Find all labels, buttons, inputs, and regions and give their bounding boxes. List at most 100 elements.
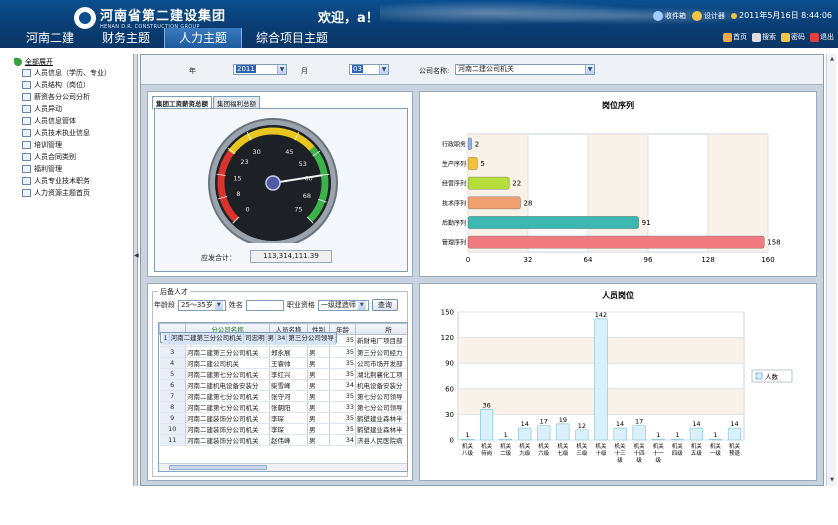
x-tick-label: 64 [584,256,593,264]
x-tick-label: 机关 [691,442,703,450]
table-cell: 6 [159,379,186,391]
header-tools: 收件箱 设计器 2011年5月16日 8:44:06 [652,10,832,21]
tab-henan-erjian[interactable]: 河南二建 [0,28,88,48]
collapse-arrow-icon[interactable]: ◀ [134,250,139,262]
table-row[interactable]: 7 河南二建第七分公司机关 张守河男 35 第七分公司领导 [159,390,407,402]
table-cell: 湖北荆襄化工项 [355,368,407,380]
age-select[interactable]: 25～35岁 ▼ [178,299,226,311]
table-cell: 李琛 [269,423,308,435]
month-label: 月 [301,67,308,75]
data-label: 91 [642,219,651,227]
sidebar-item[interactable]: 人员异动 [22,103,133,115]
table-cell: 郑永展 [269,346,308,358]
scroll-down-icon[interactable]: ▼ [828,476,836,485]
table-cell: 王睿帅 [269,357,308,369]
table-cell: 柴雪峰 [269,379,308,391]
scroll-up-icon[interactable]: ▲ [828,55,836,64]
gauge-tick-label: 8 [236,190,240,198]
table-row[interactable]: 9 河南二建装饰分公司机关 李琛男 35 鹤壁建业森林半 [159,412,407,424]
year-select[interactable]: 2011 ▼ [233,64,287,75]
sidebar-item[interactable]: 人员信息（学历、专业） [22,67,133,79]
gauge-tick-label: 15 [233,174,241,182]
table-cell: 河南二建装饰分公司机关 [185,434,270,446]
sidebar-item[interactable]: 培训管理 [22,139,133,151]
month-select[interactable]: 03 ▼ [349,64,389,75]
data-label: 1 [713,431,717,439]
data-label: 1 [465,431,469,439]
sidebar-splitter[interactable]: ◀ [133,54,139,486]
document-icon [22,93,31,101]
table-cell: 济县人民医院病 [355,434,407,446]
company-select[interactable]: 河南二建公司机关 ▼ [455,64,595,75]
home-icon [723,32,732,42]
x-tick-label: 机关 [672,442,684,450]
position-series-chart-panel: 岗位序列 0 32 64 96 128 160 行政职务 2 生产序列 5 经营序列 22 技术序列 28 后… [419,91,817,277]
sidebar-item[interactable]: 人员合同类别 [22,151,133,163]
table-row[interactable]: 11 河南二建装饰分公司机关 赵伟峰男 34 济县人民医院病 [159,434,407,446]
chart-legend: 人数 [751,369,793,383]
scroll-thumb[interactable] [169,465,267,470]
tab-hr[interactable]: 人力主题 [164,28,243,48]
table-row[interactable]: 10 河南二建装饰分公司机关 李琛男 35 鹤壁建业森林半 [159,423,407,435]
y-tick-label: 60 [445,385,454,393]
x-tick-label: 七级 [557,449,569,457]
x-tick-label: 级 [636,456,642,464]
table-cell: 10 [159,423,186,435]
sidebar-item[interactable]: 人员专业技术职务 [22,175,133,187]
table-cell: 7 [159,390,186,402]
logo-emblem-icon [74,6,96,29]
sidebar: 全部展开 人员信息（学历、专业） 人员结构（岗位） 薪资各分公司分析 人员异动 人员信息… [8,54,134,486]
tab-finance[interactable]: 财务主题 [88,28,164,48]
table-row[interactable]: 3 河南二建第三分公司机关 郑永展男 35 第三分公司经力 [159,346,407,358]
table-cell: 3 [159,346,186,358]
document-icon [22,81,31,89]
sidebar-tree: 人员信息（学历、专业） 人员结构（岗位） 薪资各分公司分析人员异动人员信息管体人员技… [8,67,133,199]
document-icon [22,189,31,197]
tab-projects[interactable]: 综合项目主题 [242,28,342,48]
table-cell: 8 [159,401,186,413]
y-tick-label: 0 [450,437,454,445]
table-cell: 河南二建第七分公司机关 [185,401,270,413]
logo-title: 河南省第二建设集团 [100,9,227,24]
y-tick-label: 30 [445,411,454,419]
logout-link[interactable]: 退出 [810,32,834,42]
home-link[interactable]: 首页 [723,32,747,42]
horizontal-scrollbar[interactable] [159,463,407,471]
sidebar-item[interactable]: 人员信息管体 [22,115,133,127]
table-row[interactable]: 8 河南二建第七分公司机关 张朝阳男 33 第七分公司领导 [159,401,407,413]
search-link[interactable]: 搜索 [752,32,776,42]
table-cell: 机电设备安装分 [355,379,407,391]
table-row[interactable]: 5 河南二建第七分公司机关 李红兴男 35 湖北荆襄化工项 [159,368,407,380]
table-row[interactable]: 4 河南二建公司机关 王睿帅男 35 公司市场开发部 [159,357,407,369]
y-tick-label: 150 [441,309,454,317]
table-row[interactable]: 1 河南二建第三分公司机关 司忠明男 34 第三分公司领导 [159,332,337,345]
chevron-down-icon: ▼ [357,300,366,310]
table-cell: 35 [329,412,356,424]
table-cell: 33 [329,401,356,413]
x-tick-label: 四级 [672,449,684,457]
query-button[interactable]: 查询 [371,299,398,311]
data-label: 1 [504,431,508,439]
sidebar-item[interactable]: 福利管理 [22,163,133,175]
table-cell: 34 [275,333,288,345]
table-cell: 公司市场开发部 [355,357,407,369]
name-input[interactable] [245,299,284,311]
sidebar-item[interactable]: 薪资各分公司分析 [22,91,133,103]
page-scrollbar[interactable]: ▲ ▼ [826,54,836,486]
sidebar-item[interactable]: 人力资源主题首页 [22,187,133,199]
table-row[interactable]: 6 河南二建机电设备安装分 柴雪峰男 34 机电设备安装分 [159,379,407,391]
inbox-link[interactable]: 收件箱 [652,10,686,21]
sidebar-item[interactable]: 人员技术执业信息 [22,127,133,139]
expand-all-link[interactable]: 全部展开 [14,57,133,67]
x-tick-label: 0 [466,256,470,264]
column-header[interactable]: 所 [355,323,407,335]
qualification-select[interactable]: 一级建造师 ▼ [317,299,369,311]
document-icon [22,69,31,77]
designer-link[interactable]: 设计器 [691,10,725,21]
sidebar-item-label: 人员异动 [34,105,62,113]
gauge-tick-label: 53 [299,160,307,168]
sidebar-item[interactable]: 人员结构（岗位） [22,79,133,91]
sidebar-item-label: 人员技术执业信息 [34,129,90,137]
password-link[interactable]: 密码 [781,32,805,42]
x-tick-label: 八级 [462,449,474,457]
